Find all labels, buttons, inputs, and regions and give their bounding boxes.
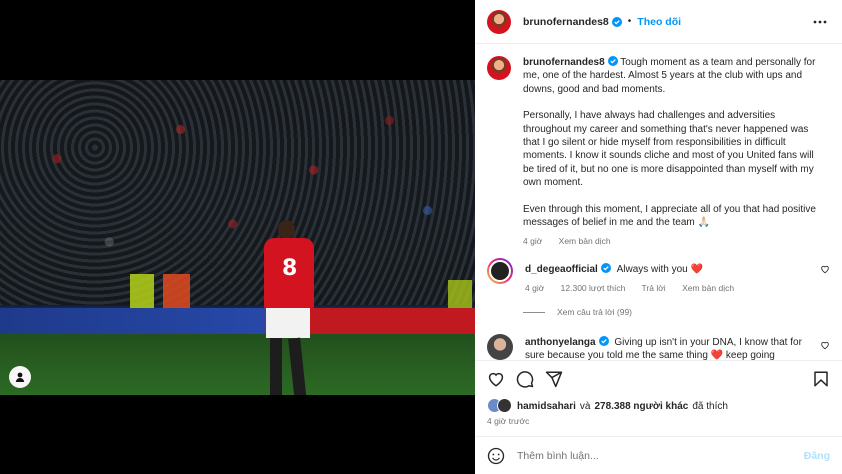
view-replies-button[interactable]: Xem câu trả lời (99) <box>523 307 632 317</box>
post-panel: brunofernandes8 • Theo dõi brunofernande… <box>475 0 842 474</box>
liker-username[interactable]: hamidsahari <box>517 401 576 412</box>
comment-icon[interactable] <box>516 370 534 388</box>
caption-username[interactable]: brunofernandes8 <box>523 57 605 68</box>
more-icon[interactable] <box>812 14 828 30</box>
post-time[interactable]: 4 giờ trước <box>487 416 529 426</box>
post-modal: 8 brunofernandes8 • Theo dõi brunofernan… <box>0 0 842 474</box>
verified-icon <box>598 336 609 346</box>
commenter-avatar[interactable] <box>487 258 513 284</box>
liker-avatars <box>487 398 515 414</box>
media-area: 8 <box>0 0 475 474</box>
post-comment-button[interactable]: Đăng <box>804 450 830 462</box>
share-icon[interactable] <box>545 370 563 388</box>
photo-stewards <box>130 274 190 310</box>
caption-text-3: Even through this moment, I appreciate a… <box>523 203 816 229</box>
caption-time[interactable]: 4 giờ <box>523 236 542 246</box>
action-bar <box>475 360 842 396</box>
comment-username[interactable]: anthonyelanga <box>525 337 596 348</box>
comment-time[interactable]: 4 giờ <box>525 283 544 293</box>
user-tag-icon[interactable] <box>9 366 31 388</box>
post-photo[interactable]: 8 <box>0 80 475 395</box>
caption-text-2: Personally, I have always had challenges… <box>523 110 814 189</box>
photo-steward <box>448 280 472 310</box>
comment-item: anthonyelanga Giving up isn't in your DN… <box>487 334 832 360</box>
comment-emoji: ❤️ <box>690 264 703 275</box>
bookmark-icon[interactable] <box>812 370 830 388</box>
follow-button[interactable]: Theo dõi <box>637 16 681 28</box>
comment-input[interactable]: Thêm bình luận... <box>517 450 599 462</box>
author-avatar[interactable] <box>487 9 511 34</box>
photo-crowd <box>0 80 475 305</box>
post-header: brunofernandes8 • Theo dõi <box>475 0 842 44</box>
comment-translate-link[interactable]: Xem bản dịch <box>682 283 734 293</box>
comments-scroll[interactable]: brunofernandes8 Tough moment as a team a… <box>475 44 842 360</box>
caption-avatar[interactable] <box>487 56 511 80</box>
photo-player: 8 <box>258 220 320 395</box>
post-caption: brunofernandes8 Tough moment as a team a… <box>487 56 832 249</box>
author-username[interactable]: brunofernandes8 <box>523 16 609 28</box>
separator-dot: • <box>627 16 632 27</box>
likes-summary[interactable]: hamidsahari và 278.388 người khác đã thí… <box>487 398 728 414</box>
photo-advert-hoarding <box>0 308 475 334</box>
verified-icon <box>600 263 611 273</box>
view-replies-label: Xem câu trả lời (99) <box>557 307 633 317</box>
caption-translate-link[interactable]: Xem bản dịch <box>559 236 611 246</box>
likes-others[interactable]: 278.388 người khác <box>594 401 688 412</box>
comment-text-tail: keep going <box>725 350 775 360</box>
heart-icon[interactable] <box>487 370 505 388</box>
likes-conjunction: và <box>579 400 591 412</box>
comment-item: d_degeaofficial Always with you ❤️ 4 giờ… <box>487 258 832 296</box>
comment-composer: Thêm bình luận... Đăng <box>475 436 842 474</box>
commenter-avatar[interactable] <box>487 334 513 360</box>
verified-icon <box>607 56 618 66</box>
emoji-icon[interactable] <box>487 447 505 465</box>
reply-button[interactable]: Trả lời <box>642 283 666 293</box>
comment-likes[interactable]: 12.300 lượt thích <box>561 283 626 293</box>
comment-heart-icon[interactable] <box>820 340 830 350</box>
comment-heart-icon[interactable] <box>820 264 830 274</box>
comment-username[interactable]: d_degeaofficial <box>525 264 598 275</box>
verified-icon <box>611 16 622 27</box>
comment-emoji: ❤️ <box>710 350 724 360</box>
likes-suffix: đã thích <box>692 400 728 412</box>
comment-text: Always with you <box>616 264 688 275</box>
